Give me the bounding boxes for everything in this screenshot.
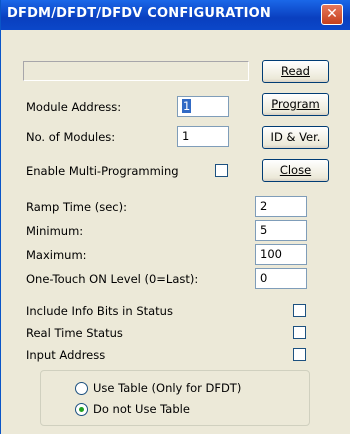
param-label: Ramp Time (sec): (26, 200, 127, 214)
status-field (23, 61, 249, 81)
close-button-label: Close (279, 163, 312, 177)
read-button-label: Read (281, 64, 310, 78)
multi-programming-checkbox[interactable] (215, 164, 228, 177)
read-button[interactable]: Read (262, 60, 329, 83)
no-table-radio[interactable] (75, 403, 88, 416)
maximum-input[interactable]: 100 (255, 244, 307, 265)
no-table-label: Do not Use Table (93, 402, 190, 416)
input-address-checkbox[interactable] (293, 348, 306, 361)
info-bits-checkbox[interactable] (293, 304, 306, 317)
close-window-button[interactable]: ✕ (321, 4, 343, 25)
module-count-input[interactable]: 1 (177, 126, 229, 147)
use-table-radio[interactable] (75, 382, 88, 395)
module-address-input[interactable]: 1 (177, 96, 229, 117)
config-dialog: DFDM/DFDT/DFDV CONFIGURATION ✕ Read Prog… (0, 0, 350, 434)
param-label: Minimum: (26, 224, 84, 238)
module-count-label: No. of Modules: (26, 130, 116, 144)
program-button[interactable]: Program (262, 93, 329, 116)
option-label: Real Time Status (26, 326, 123, 340)
one-touch-level-input[interactable]: 0 (255, 268, 307, 289)
option-label: Input Address (26, 348, 106, 362)
real-time-status-checkbox[interactable] (293, 326, 306, 339)
module-address-label: Module Address: (26, 100, 122, 114)
title-bar[interactable]: DFDM/DFDT/DFDV CONFIGURATION ✕ (1, 0, 350, 30)
param-label: Maximum: (26, 248, 87, 262)
param-label: One-Touch ON Level (0=Last): (26, 272, 199, 286)
minimum-input[interactable]: 5 (255, 220, 307, 241)
id-ver-button[interactable]: ID & Ver. (262, 126, 329, 149)
option-label: Include Info Bits in Status (26, 304, 173, 318)
program-button-label: Program (271, 97, 320, 111)
multi-programming-label: Enable Multi-Programming (26, 164, 179, 178)
module-address-value: 1 (182, 99, 192, 113)
radio-selected-dot (79, 407, 84, 412)
table-option-group: Use Table (Only for DFDT) Do not Use Tab… (40, 370, 310, 426)
close-button[interactable]: Close (262, 159, 329, 182)
use-table-label: Use Table (Only for DFDT) (93, 381, 242, 395)
window-title: DFDM/DFDT/DFDV CONFIGURATION (7, 6, 271, 21)
ramp-time-input[interactable]: 2 (255, 196, 307, 217)
